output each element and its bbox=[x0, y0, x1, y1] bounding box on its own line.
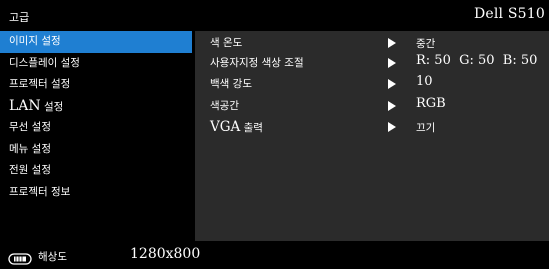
sidebar: 이미지 설정 디스플레이 설정 프로젝터 설정 LAN 설정 무선 설정 메뉴 … bbox=[0, 31, 192, 241]
setting-value: R: 50 G: 50 B: 50 bbox=[416, 53, 538, 68]
sidebar-item-label-prefix: LAN bbox=[9, 97, 41, 114]
setting-label: 색공간 bbox=[210, 100, 239, 112]
sidebar-item-label: 이미지 설정 bbox=[9, 35, 61, 47]
sidebar-item-display-settings[interactable]: 디스플레이 설정 bbox=[0, 53, 192, 75]
triangle-right-icon bbox=[388, 122, 396, 132]
sidebar-item-wireless-settings[interactable]: 무선 설정 bbox=[0, 117, 192, 139]
setting-value: RGB bbox=[416, 96, 446, 111]
sidebar-item-label: 디스플레이 설정 bbox=[9, 56, 80, 69]
setting-row-white-intensity[interactable]: 백색 강도 10 bbox=[195, 72, 549, 94]
setting-value: 10 bbox=[416, 74, 433, 89]
setting-row-color-temperature[interactable]: 색 온도 중간 bbox=[195, 31, 549, 53]
sidebar-item-projector-info[interactable]: 프로젝터 정보 bbox=[0, 182, 192, 204]
sidebar-item-label: 프로젝터 설정 bbox=[9, 78, 71, 90]
setting-row-vga-output[interactable]: VGA 출력 끄기 bbox=[195, 115, 549, 137]
setting-label-suffix: 출력 bbox=[240, 122, 263, 134]
model-name: Dell S510 bbox=[473, 6, 545, 22]
header-bar: 고급 Dell S510 bbox=[0, 0, 549, 31]
setting-label: VGA 출력 bbox=[210, 119, 263, 135]
setting-label: 백색 강도 bbox=[210, 78, 252, 90]
triangle-right-icon bbox=[388, 79, 396, 89]
settings-panel: 색 온도 중간 사용자지정 색상 조절 R: 50 G: 50 B: 50 백색… bbox=[195, 31, 549, 241]
sidebar-item-image-settings[interactable]: 이미지 설정 bbox=[0, 31, 192, 53]
setting-label: 색 온도 bbox=[210, 37, 243, 49]
sidebar-item-menu-settings[interactable]: 메뉴 설정 bbox=[0, 139, 192, 161]
sidebar-item-lan-settings[interactable]: LAN 설정 bbox=[0, 96, 192, 118]
sidebar-item-power-settings[interactable]: 전원 설정 bbox=[0, 160, 192, 182]
triangle-right-icon bbox=[388, 58, 396, 68]
setting-value: 중간 bbox=[416, 38, 436, 50]
setting-label-prefix: VGA bbox=[210, 119, 241, 135]
status-bar: 해상도 1280x800 bbox=[0, 241, 549, 269]
setting-value: 끄기 bbox=[416, 122, 436, 134]
menu-title: 고급 bbox=[9, 11, 30, 24]
setting-label: 사용자지정 색상 조절 bbox=[210, 57, 304, 69]
display-resolution-icon bbox=[8, 250, 32, 265]
setting-row-color-space[interactable]: 색공간 RGB bbox=[195, 94, 549, 116]
sidebar-item-label: 전원 설정 bbox=[9, 164, 51, 176]
sidebar-item-label: 무선 설정 bbox=[9, 121, 51, 133]
triangle-right-icon bbox=[388, 38, 396, 48]
sidebar-item-label: 프로젝터 정보 bbox=[9, 185, 71, 198]
sidebar-item-label: 메뉴 설정 bbox=[9, 142, 51, 155]
triangle-right-icon bbox=[388, 101, 396, 111]
sidebar-item-projector-settings[interactable]: 프로젝터 설정 bbox=[0, 74, 192, 96]
resolution-label: 해상도 bbox=[38, 251, 67, 263]
setting-row-custom-color-adjust[interactable]: 사용자지정 색상 조절 R: 50 G: 50 B: 50 bbox=[195, 51, 549, 73]
resolution-value: 1280x800 bbox=[130, 246, 201, 262]
sidebar-item-label-suffix: 설정 bbox=[40, 100, 64, 113]
